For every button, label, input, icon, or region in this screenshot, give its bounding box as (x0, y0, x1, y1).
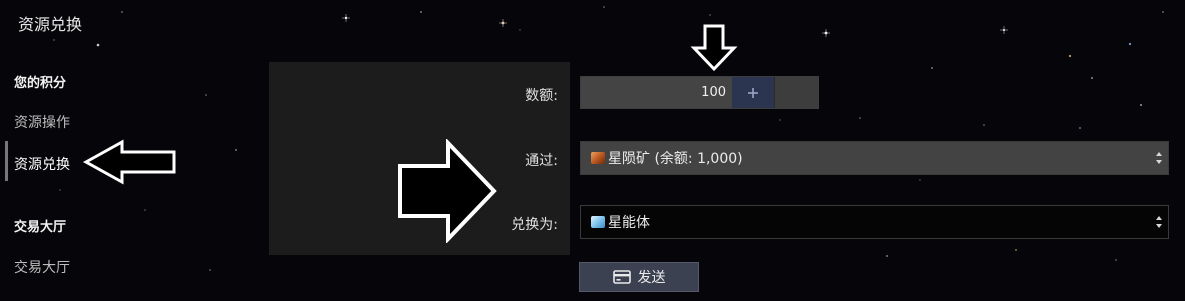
sidebar-item-resource-operations[interactable]: 资源操作 (14, 112, 70, 132)
select-convert-to[interactable]: 星能体 (580, 205, 1169, 239)
via-label: 通过: (525, 153, 558, 169)
arrow-down-icon (690, 24, 738, 72)
amount-field (580, 76, 819, 109)
select-arrows-icon (1156, 216, 1162, 228)
sidebar-item-trading-hall[interactable]: 交易大厅 (14, 257, 70, 277)
select-arrows-icon (1156, 152, 1162, 164)
plus-icon (748, 87, 758, 98)
amount-input[interactable] (581, 77, 732, 108)
convert-to-label: 兑换为: (511, 217, 558, 233)
select-via[interactable]: 星陨矿 (余额: 1,000) (580, 141, 1169, 175)
sidebar-section-trading: 交易大厅 (14, 220, 67, 235)
send-button-label: 发送 (637, 270, 666, 286)
card-icon (612, 270, 631, 284)
ore-icon (591, 152, 605, 164)
amount-addon (774, 77, 818, 108)
sidebar-section-points: 您的积分 (14, 76, 67, 91)
select-via-value: 星陨矿 (余额: 1,000) (608, 151, 743, 167)
sidebar: 您的积分 资源操作 资源兑换 交易大厅 交易大厅 (0, 0, 260, 301)
send-button[interactable]: 发送 (579, 262, 699, 292)
select-convert-to-value: 星能体 (608, 215, 650, 231)
amount-label: 数额: (525, 88, 558, 104)
crystal-icon (591, 216, 605, 228)
sidebar-item-exchange[interactable]: 资源兑换 (14, 154, 70, 174)
increment-button[interactable] (732, 77, 774, 108)
active-indicator (5, 141, 8, 181)
